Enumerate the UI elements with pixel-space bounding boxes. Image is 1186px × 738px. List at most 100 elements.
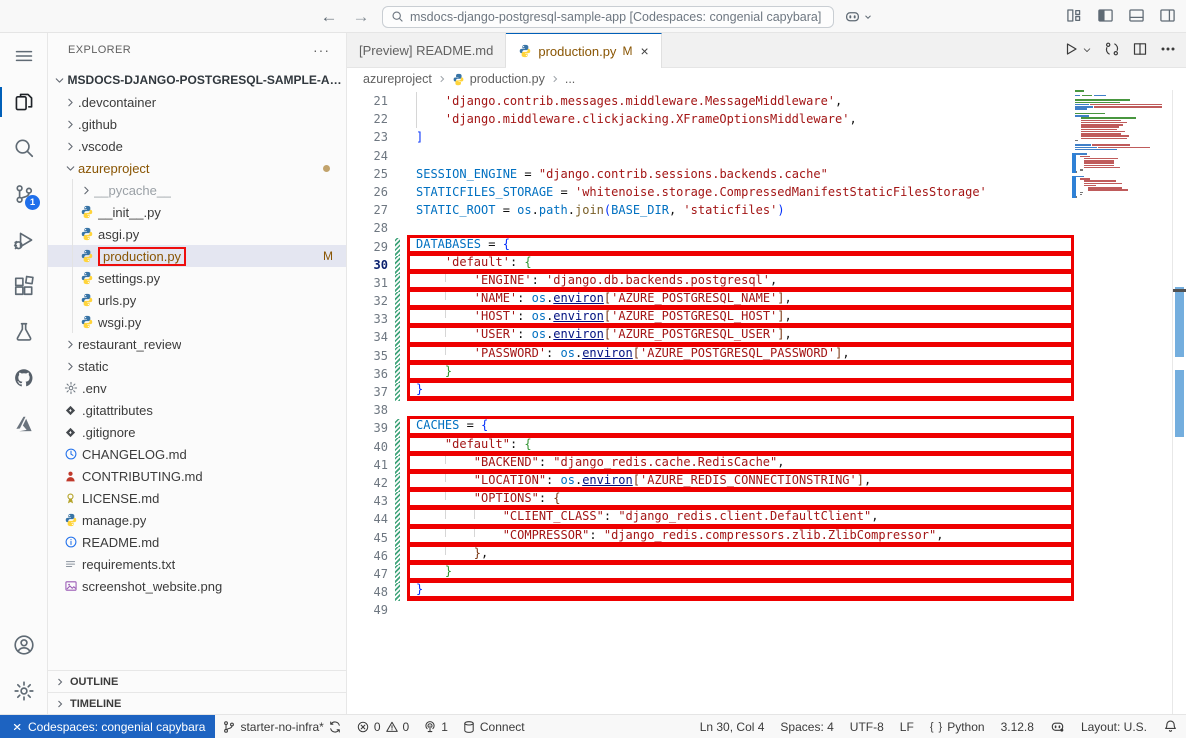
activity-extensions[interactable]	[0, 263, 47, 309]
code-line-27[interactable]: 27STATIC_ROOT = os.path.join(BASE_DIR, '…	[347, 201, 1071, 219]
line-number[interactable]: 48	[347, 583, 388, 601]
code-line-37[interactable]: 37}	[347, 383, 1071, 401]
overview-ruler[interactable]	[1172, 90, 1186, 714]
line-number[interactable]: 28	[347, 219, 388, 237]
code-line-24[interactable]: 24	[347, 147, 1071, 165]
tree-item-contributing-md[interactable]: CONTRIBUTING.md	[48, 465, 346, 487]
forward-arrow-icon[interactable]: →	[350, 7, 372, 27]
tree-item--init-py[interactable]: __init__.py	[48, 201, 346, 223]
activity-menu[interactable]	[0, 33, 47, 79]
status-problems[interactable]: 00	[349, 715, 416, 738]
code-line-47[interactable]: 47 }	[347, 565, 1071, 583]
tree-item--env[interactable]: .env	[48, 377, 346, 399]
tree-item-requirements-txt[interactable]: requirements.txt	[48, 553, 346, 575]
activity-explorer[interactable]	[0, 79, 47, 125]
line-number[interactable]: 36	[347, 365, 388, 383]
toggle-sidebar-left-button[interactable]	[1097, 7, 1114, 27]
command-center-search[interactable]: msdocs-django-postgresql-sample-app [Cod…	[382, 6, 834, 28]
breadcrumb-symbol[interactable]: ...	[565, 72, 575, 86]
minimap[interactable]	[1075, 90, 1172, 714]
line-number[interactable]: 29	[347, 238, 388, 256]
status-copilot-status[interactable]	[1042, 715, 1073, 738]
split-editor-button[interactable]	[1132, 41, 1148, 60]
code-line-26[interactable]: 26STATICFILES_STORAGE = 'whitenoise.stor…	[347, 183, 1071, 201]
tree-item--gitignore[interactable]: .gitignore	[48, 421, 346, 443]
tree-item-license-md[interactable]: LICENSE.md	[48, 487, 346, 509]
line-number[interactable]: 38	[347, 401, 388, 419]
line-number[interactable]: 25	[347, 165, 388, 183]
copilot-menu[interactable]	[844, 8, 873, 25]
activity-azure[interactable]	[0, 401, 47, 447]
line-number[interactable]: 34	[347, 328, 388, 346]
tree-item-urls-py[interactable]: urls.py	[48, 289, 346, 311]
status-cursor-position[interactable]: Ln 30, Col 4	[692, 715, 773, 738]
run-button[interactable]	[1063, 41, 1079, 60]
code-line-39[interactable]: 39CACHES = {	[347, 419, 1071, 437]
line-number[interactable]: 37	[347, 383, 388, 401]
code-line-44[interactable]: 44 "CLIENT_CLASS": "django_redis.client.…	[347, 510, 1071, 528]
tree-item-wsgi-py[interactable]: wsgi.py	[48, 311, 346, 333]
tree-item-restaurant-review[interactable]: restaurant_review	[48, 333, 346, 355]
status-remote-indicator[interactable]: Codespaces: congenial capybara	[0, 715, 215, 738]
code-line-34[interactable]: 34 'USER': os.environ['AZURE_POSTGRESQL_…	[347, 328, 1071, 346]
chevron-down-button[interactable]	[1082, 43, 1092, 58]
status-encoding[interactable]: UTF-8	[842, 715, 892, 738]
line-number[interactable]: 24	[347, 147, 388, 165]
line-number[interactable]: 46	[347, 547, 388, 565]
back-arrow-icon[interactable]: ←	[318, 7, 340, 27]
outline-section[interactable]: OUTLINE	[48, 670, 346, 692]
code-line-21[interactable]: 21 'django.contrib.messages.middleware.M…	[347, 92, 1071, 110]
status-eol[interactable]: LF	[892, 715, 922, 738]
code-line-31[interactable]: 31 'ENGINE': 'django.db.backends.postgre…	[347, 274, 1071, 292]
line-number[interactable]: 41	[347, 456, 388, 474]
activity-settings[interactable]	[0, 668, 47, 714]
breadcrumb-folder[interactable]: azureproject	[363, 72, 432, 86]
line-number[interactable]: 22	[347, 110, 388, 128]
code-line-33[interactable]: 33 'HOST': os.environ['AZURE_POSTGRESQL_…	[347, 310, 1071, 328]
line-number[interactable]: 43	[347, 492, 388, 510]
code-line-32[interactable]: 32 'NAME': os.environ['AZURE_POSTGRESQL_…	[347, 292, 1071, 310]
line-number[interactable]: 35	[347, 347, 388, 365]
customize-layout-button[interactable]	[1066, 7, 1083, 27]
activity-search[interactable]	[0, 125, 47, 171]
line-number[interactable]: 44	[347, 510, 388, 528]
more-button[interactable]	[1160, 41, 1176, 60]
code-line-25[interactable]: 25SESSION_ENGINE = "django.contrib.sessi…	[347, 165, 1071, 183]
line-number[interactable]: 31	[347, 274, 388, 292]
code-line-48[interactable]: 48}	[347, 583, 1071, 601]
tree-item--pycache-[interactable]: __pycache__	[48, 179, 346, 201]
tree-item-changelog-md[interactable]: CHANGELOG.md	[48, 443, 346, 465]
toggle-sidebar-right-button[interactable]	[1159, 7, 1176, 27]
line-number[interactable]: 30	[347, 256, 388, 274]
tab-production-py[interactable]: production.py M ×	[506, 33, 661, 68]
line-number[interactable]: 47	[347, 565, 388, 583]
tree-item--devcontainer[interactable]: .devcontainer	[48, 91, 346, 113]
status-forwarded-ports[interactable]: 1	[416, 715, 455, 738]
line-number[interactable]: 23	[347, 128, 388, 146]
status-connect[interactable]: Connect	[455, 715, 532, 738]
line-number[interactable]: 39	[347, 419, 388, 437]
code-line-35[interactable]: 35 'PASSWORD': os.environ['AZURE_POSTGRE…	[347, 347, 1071, 365]
line-number[interactable]: 45	[347, 529, 388, 547]
status-language-mode[interactable]: { }Python	[922, 715, 993, 738]
code-line-40[interactable]: 40 "default": {	[347, 438, 1071, 456]
close-icon[interactable]: ×	[640, 43, 648, 59]
tree-item--gitattributes[interactable]: .gitattributes	[48, 399, 346, 421]
line-number[interactable]: 49	[347, 601, 388, 619]
status-notifications[interactable]	[1155, 715, 1186, 738]
tree-item-settings-py[interactable]: settings.py	[48, 267, 346, 289]
tree-item--github[interactable]: .github	[48, 113, 346, 135]
tree-item-azureproject[interactable]: azureproject	[48, 157, 346, 179]
tree-item-asgi-py[interactable]: asgi.py	[48, 223, 346, 245]
line-number[interactable]: 33	[347, 310, 388, 328]
activity-testing[interactable]	[0, 309, 47, 355]
code-line-42[interactable]: 42 "LOCATION": os.environ['AZURE_REDIS_C…	[347, 474, 1071, 492]
code-line-43[interactable]: 43 "OPTIONS": {	[347, 492, 1071, 510]
code-line-23[interactable]: 23]	[347, 128, 1071, 146]
line-number[interactable]: 42	[347, 474, 388, 492]
activity-run-and-debug[interactable]	[0, 217, 47, 263]
explorer-more-actions[interactable]: ···	[313, 42, 330, 58]
code-line-49[interactable]: 49	[347, 601, 1071, 619]
code-line-29[interactable]: 29DATABASES = {	[347, 238, 1071, 256]
line-number[interactable]: 40	[347, 438, 388, 456]
